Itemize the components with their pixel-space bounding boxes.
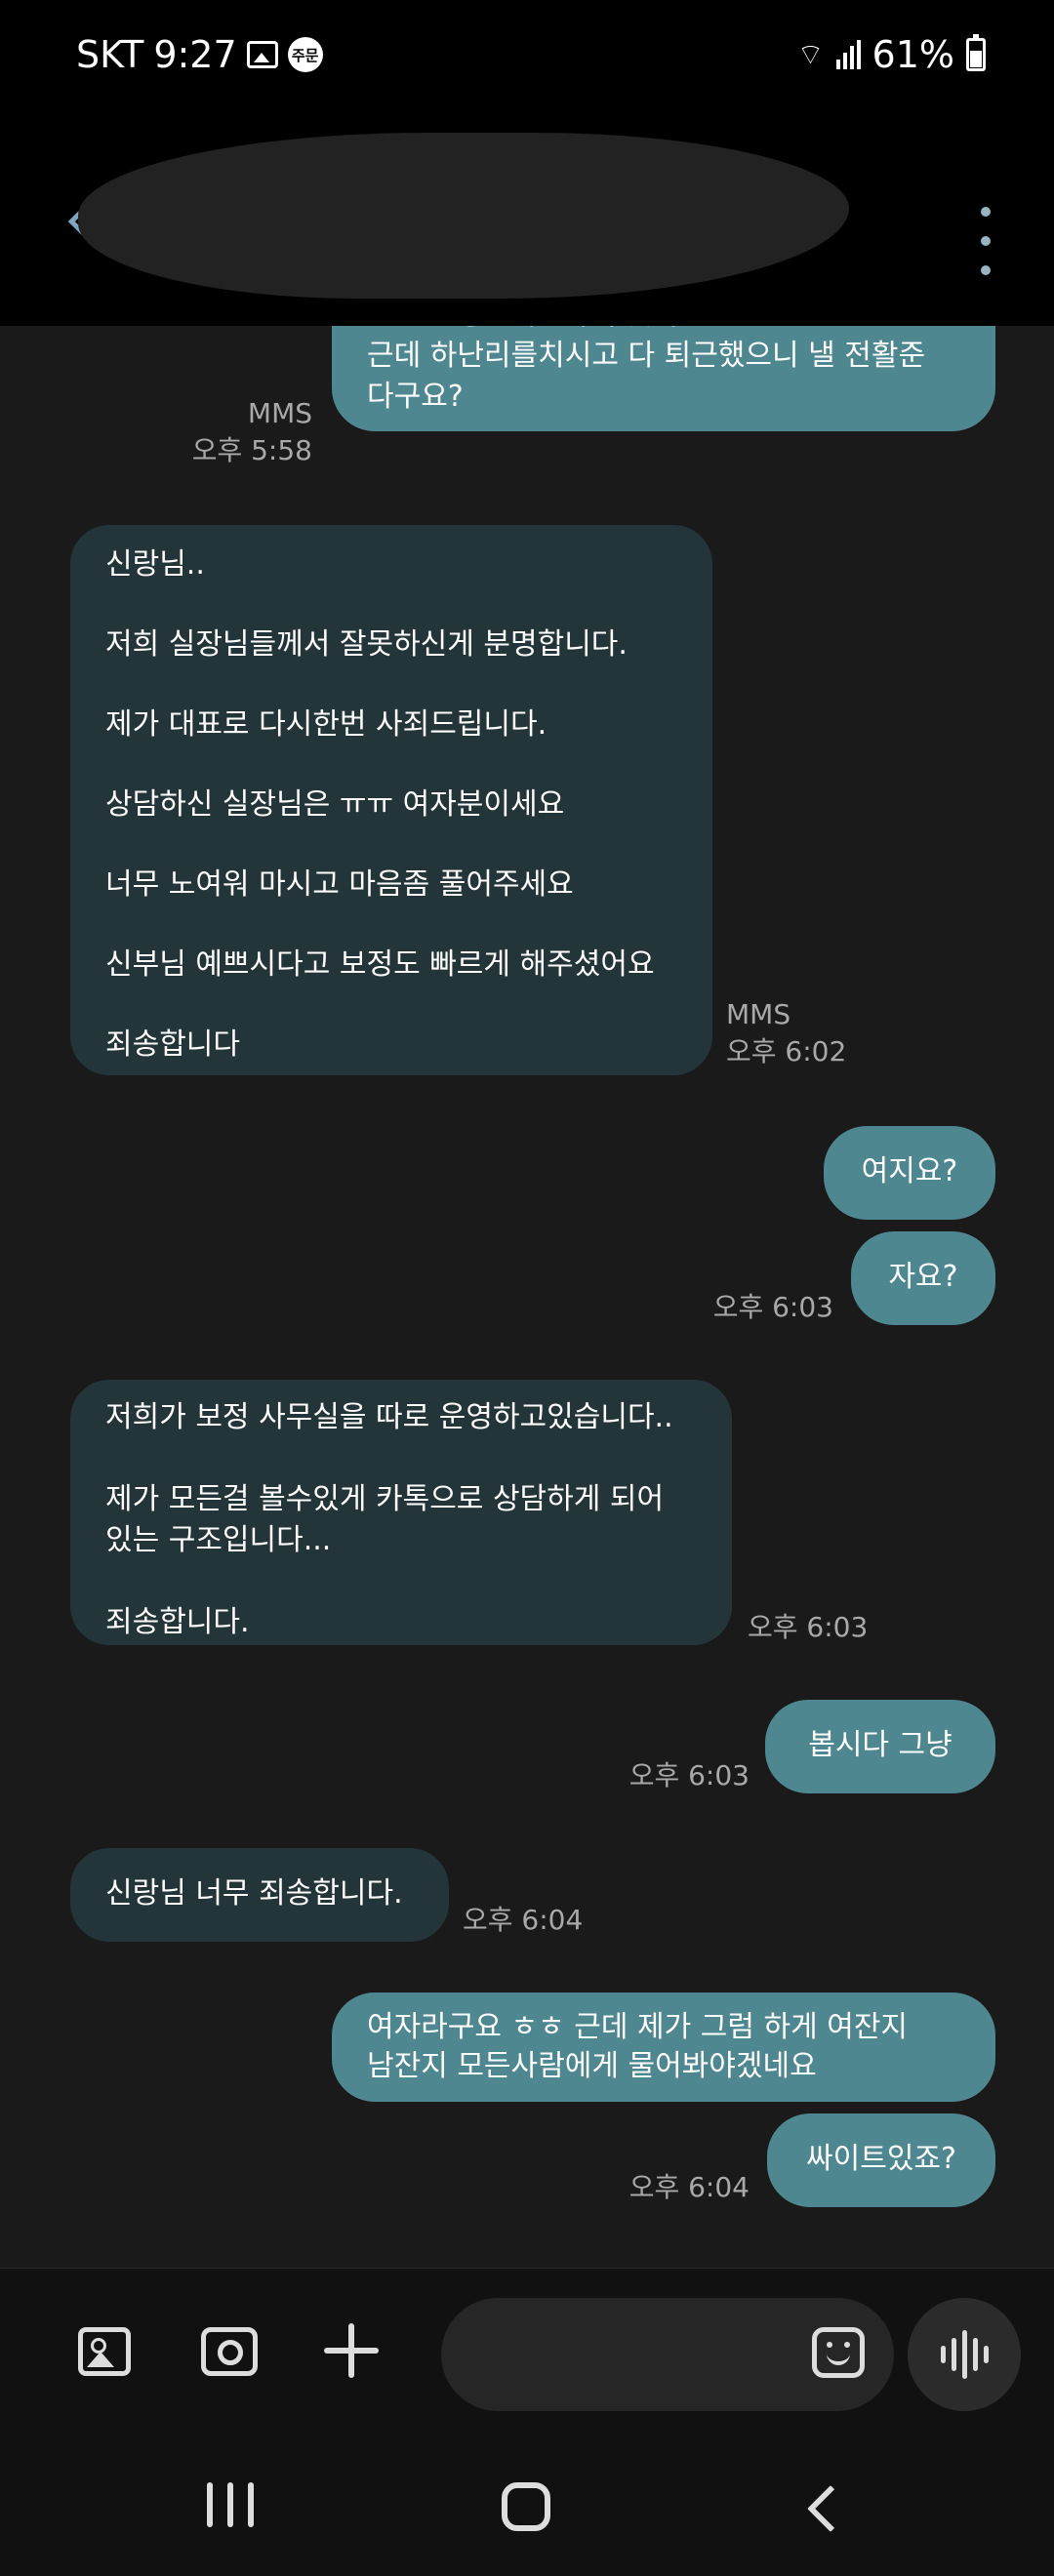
message-bubble-outgoing[interactable]: 싸이트있죠? (767, 2113, 995, 2207)
message-bubble-incoming[interactable]: 신랑님 너무 죄송합니다. (70, 1848, 449, 1942)
message-composer (0, 2268, 1054, 2439)
gallery-icon[interactable] (78, 2327, 131, 2376)
message-time: 오후 6:03 (748, 1611, 869, 1643)
message-time: 오후 5:58 (191, 434, 312, 466)
battery-percent: 61% (872, 33, 954, 76)
message-bubble-outgoing[interactable]: 자요? (851, 1231, 995, 1325)
home-icon[interactable] (502, 2482, 550, 2531)
sticker-emoji-icon[interactable] (812, 2327, 865, 2378)
message-type: MMS (726, 998, 791, 1030)
message-time: 오후 6:04 (628, 2171, 750, 2203)
battery-icon (966, 34, 986, 71)
signal-icon (835, 40, 861, 69)
message-list[interactable]: 말고 일상셀카? 하거 맞냐요? 근데 하난리를치시고 다 퇴근했으니 낼 전활… (0, 326, 1054, 2268)
wifi-icon: ⌔ (796, 38, 825, 72)
message-time: 오후 6:03 (628, 1759, 750, 1791)
status-right: ⌔ 61% (796, 33, 986, 76)
more-options-icon[interactable] (976, 207, 995, 275)
clock: 9:27 (153, 33, 237, 76)
recent-apps-icon[interactable] (207, 2482, 254, 2531)
image-notification-icon (246, 41, 278, 68)
order-notification-icon: 주문 (287, 37, 323, 72)
attach-plus-icon[interactable] (324, 2323, 379, 2378)
status-left: SKT 9:27 주문 (76, 33, 323, 76)
message-bubble-outgoing[interactable]: 여자라구요 ㅎㅎ 근데 제가 그럼 하게 여잔지 남잔지 모든사람에게 물어봐야… (332, 1992, 995, 2102)
voice-record-icon[interactable] (908, 2298, 1021, 2411)
message-bubble-outgoing[interactable]: 봅시다 그냥 (765, 1700, 995, 1793)
system-navigation-bar (0, 2439, 1054, 2576)
carrier-label: SKT (76, 33, 144, 76)
message-time: 오후 6:04 (463, 1904, 584, 1936)
message-type: MMS (247, 397, 312, 429)
camera-icon[interactable] (201, 2327, 258, 2376)
message-bubble-outgoing[interactable]: 말고 일상셀카? 하거 맞냐요? 근데 하난리를치시고 다 퇴근했으니 낼 전활… (332, 326, 995, 431)
message-bubble-incoming[interactable]: 신랑님.. 저희 실장님들께서 잘못하신게 분명합니다. 제가 대표로 다시한번… (70, 525, 712, 1075)
message-time: 오후 6:03 (712, 1291, 833, 1323)
status-bar: SKT 9:27 주문 ⌔ 61% (0, 0, 1054, 115)
contact-name-redacted[interactable] (78, 133, 849, 299)
message-bubble-outgoing[interactable]: 여지요? (824, 1126, 995, 1220)
message-time: 오후 6:02 (726, 1035, 847, 1067)
message-bubble-incoming[interactable]: 저희가 보정 사무실을 따로 운영하고있습니다.. 제가 모든걸 볼수있게 카톡… (70, 1380, 732, 1645)
conversation-header (0, 115, 1054, 326)
message-input[interactable] (441, 2298, 894, 2411)
back-icon[interactable] (806, 2484, 855, 2533)
